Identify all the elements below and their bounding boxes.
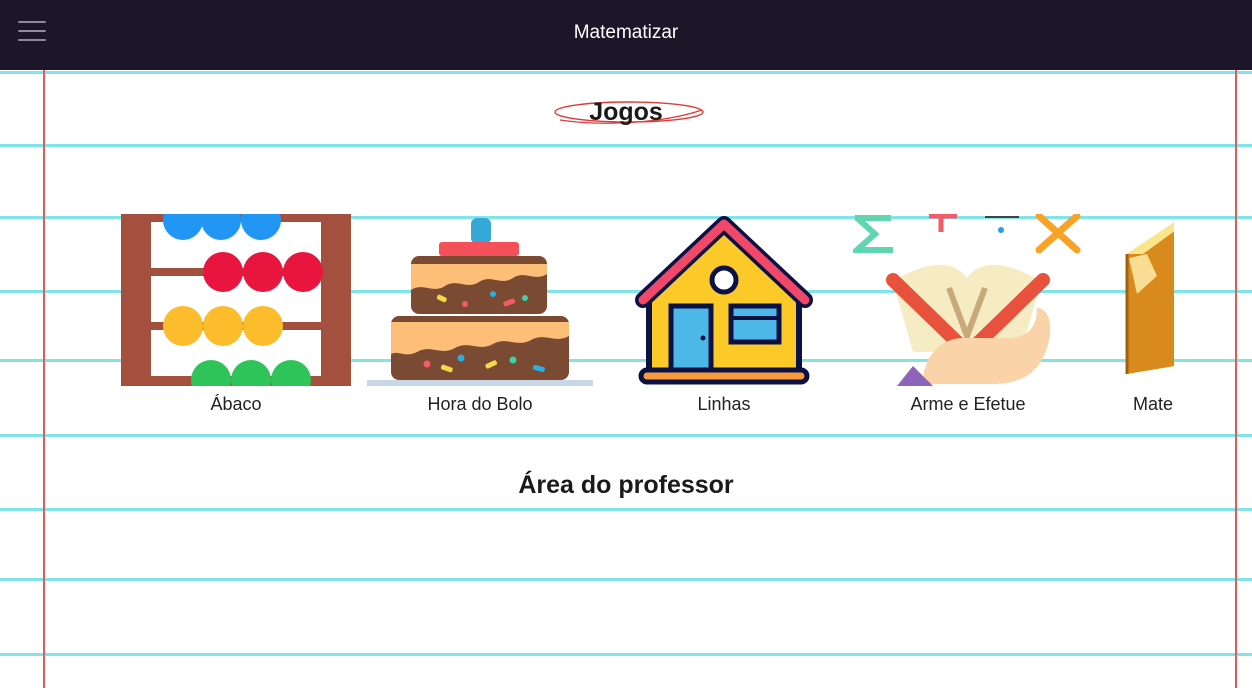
- game-label: Mate: [1133, 394, 1174, 414]
- game-card-abacus[interactable]: Ábaco: [121, 210, 351, 420]
- game-label: Linhas: [697, 394, 751, 414]
- game-card-arme-efetue[interactable]: Arme e Efetue: [853, 210, 1083, 420]
- game-card-lines[interactable]: Linhas: [609, 210, 839, 420]
- ruled-line: [0, 508, 1252, 511]
- teacher-section-title: Área do professor: [518, 471, 734, 499]
- ruled-line: [0, 71, 1252, 74]
- box-icon: [1125, 222, 1174, 374]
- abacus-icon: [121, 214, 351, 386]
- cake-icon: [367, 218, 593, 386]
- game-label: Hora do Bolo: [427, 394, 533, 414]
- ruled-line: [0, 578, 1252, 581]
- app-header: Matematizar: [0, 0, 1252, 70]
- game-label: Arme e Efetue: [910, 394, 1026, 414]
- house-icon: [635, 216, 813, 385]
- ruled-line: [0, 434, 1252, 437]
- game-card-mate[interactable]: Mate: [1097, 210, 1174, 420]
- math-book-icon: [853, 214, 1081, 386]
- game-label: Ábaco: [210, 394, 262, 414]
- games-section-title: Jogos: [589, 98, 663, 126]
- ruled-line: [0, 144, 1252, 147]
- ruled-line: [0, 653, 1252, 656]
- game-card-cake[interactable]: Hora do Bolo: [365, 210, 595, 420]
- games-carousel: Ábaco Hora do Bolo Linhas Arme e Efetue …: [0, 210, 1174, 425]
- app-title: Matematizar: [573, 22, 679, 43]
